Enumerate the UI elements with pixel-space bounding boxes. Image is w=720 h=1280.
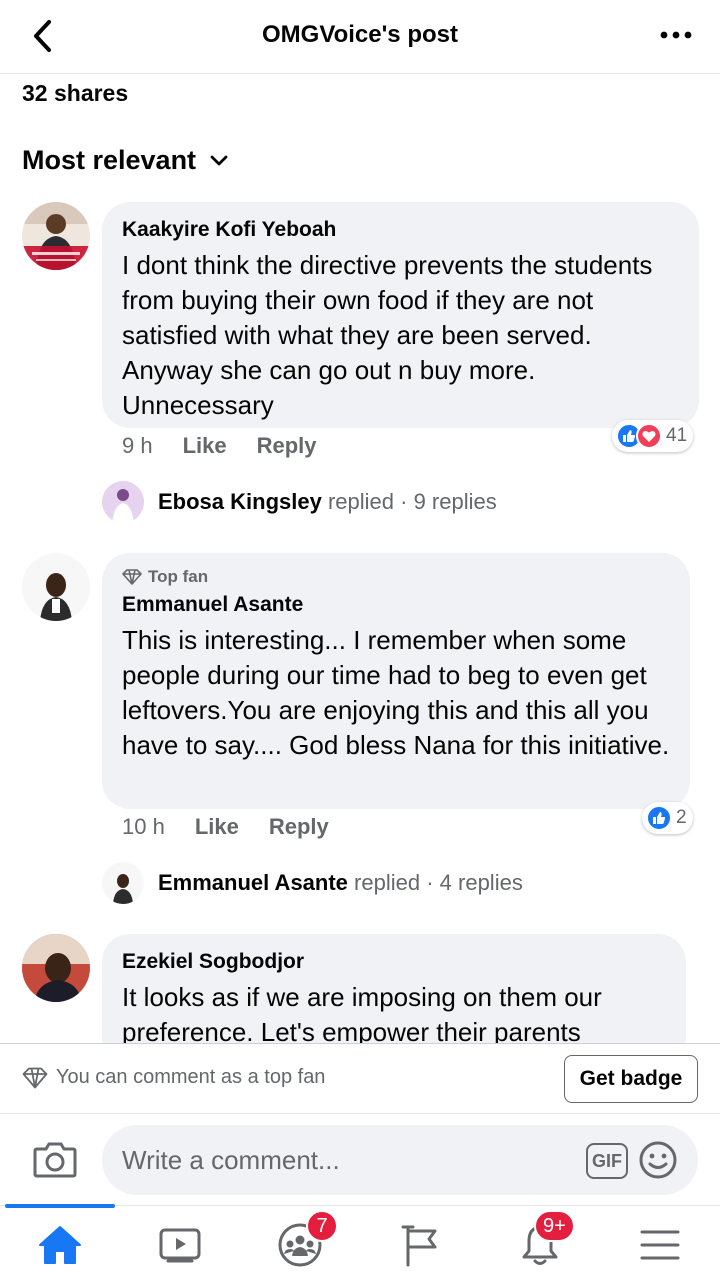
chevron-down-icon — [210, 155, 228, 165]
reply-button[interactable]: Reply — [257, 433, 317, 459]
diamond-icon — [22, 1067, 48, 1088]
top-fan-label: Top fan — [148, 567, 209, 586]
emoji-button[interactable] — [638, 1140, 678, 1180]
reaction-count: 2 — [676, 807, 687, 828]
comment-actions: 9 h Like Reply — [122, 433, 317, 459]
reply-author: Emmanuel Asante — [158, 870, 348, 895]
bottom-tab-bar: 7 9+ — [0, 1204, 720, 1280]
top-fan-prompt-label: You can comment as a top fan — [56, 1066, 326, 1088]
comment-text: It looks as if we are imposing on them o… — [122, 982, 602, 1047]
tab-watch[interactable] — [150, 1220, 210, 1270]
pages-flag-icon — [401, 1225, 437, 1267]
avatar — [102, 481, 144, 523]
replies-link[interactable]: Emmanuel Asante replied · 4 replies — [102, 862, 523, 904]
sort-selector[interactable]: Most relevant — [22, 145, 228, 176]
page-title: OMGVoice's post — [262, 21, 458, 48]
comment-text: I dont think the directive prevents the … — [122, 250, 653, 420]
header-bar: OMGVoice's post — [0, 0, 720, 74]
comment-composer: GIF — [0, 1113, 720, 1205]
tab-menu[interactable] — [630, 1220, 690, 1270]
comment-input[interactable] — [122, 1125, 562, 1195]
comment-time: 9 h — [122, 433, 153, 458]
avatar — [102, 862, 144, 904]
like-button[interactable]: Like — [183, 433, 227, 459]
watch-icon — [159, 1228, 201, 1263]
replies-link[interactable]: Ebosa Kingsley replied · 9 replies — [102, 481, 497, 523]
reply-count: · 9 replies — [400, 489, 497, 514]
reply-verb: replied — [327, 489, 395, 514]
tab-home[interactable] — [30, 1220, 90, 1270]
comment-author[interactable]: Ezekiel Sogbodjor — [122, 948, 666, 976]
reaction-summary[interactable]: 41 — [612, 420, 694, 452]
reply-author: Ebosa Kingsley — [158, 489, 322, 514]
tab-groups[interactable]: 7 — [270, 1210, 338, 1270]
menu-icon — [640, 1230, 680, 1260]
avatar[interactable] — [22, 202, 90, 270]
top-fan-prompt-text: You can comment as a top fan — [22, 1066, 325, 1089]
reply-verb: replied — [354, 870, 421, 895]
tab-notifications[interactable]: 9+ — [510, 1210, 575, 1270]
tab-pages[interactable] — [390, 1220, 450, 1270]
camera-icon — [33, 1142, 77, 1178]
comment-time: 10 h — [122, 814, 165, 839]
shares-count[interactable]: 32 shares — [22, 80, 128, 107]
camera-button[interactable] — [30, 1136, 80, 1182]
reaction-count: 41 — [666, 425, 688, 446]
comment-bubble[interactable]: Kaakyire Kofi Yeboah I dont think the di… — [102, 202, 699, 428]
more-options-button[interactable] — [656, 20, 696, 50]
love-icon — [636, 423, 662, 449]
top-fan-prompt: You can comment as a top fan Get badge — [0, 1043, 720, 1113]
comment-author[interactable]: Emmanuel Asante — [122, 591, 670, 619]
emoji-icon — [639, 1141, 677, 1179]
reply-count: · 4 replies — [426, 870, 523, 895]
avatar[interactable] — [22, 934, 90, 1002]
groups-badge: 7 — [306, 1210, 338, 1242]
notifications-badge: 9+ — [534, 1210, 575, 1242]
reply-button[interactable]: Reply — [269, 814, 329, 840]
reaction-summary[interactable]: 2 — [642, 802, 693, 834]
comment-bubble[interactable]: Top fan Emmanuel Asante This is interest… — [102, 553, 690, 809]
avatar[interactable] — [22, 553, 90, 621]
like-button[interactable]: Like — [195, 814, 239, 840]
like-icon — [646, 805, 672, 831]
more-icon — [660, 31, 692, 39]
comment-author[interactable]: Kaakyire Kofi Yeboah — [122, 216, 679, 244]
comment-input-container[interactable]: GIF — [102, 1125, 698, 1195]
home-icon — [39, 1226, 81, 1264]
diamond-icon — [122, 569, 142, 585]
active-tab-indicator — [5, 1204, 115, 1208]
top-fan-badge: Top fan — [122, 567, 670, 587]
gif-button[interactable]: GIF — [586, 1143, 628, 1179]
comment-text: This is interesting... I remember when s… — [122, 625, 670, 760]
comment-actions: 10 h Like Reply — [122, 814, 329, 840]
get-badge-button[interactable]: Get badge — [564, 1055, 698, 1103]
sort-label: Most relevant — [22, 145, 197, 175]
